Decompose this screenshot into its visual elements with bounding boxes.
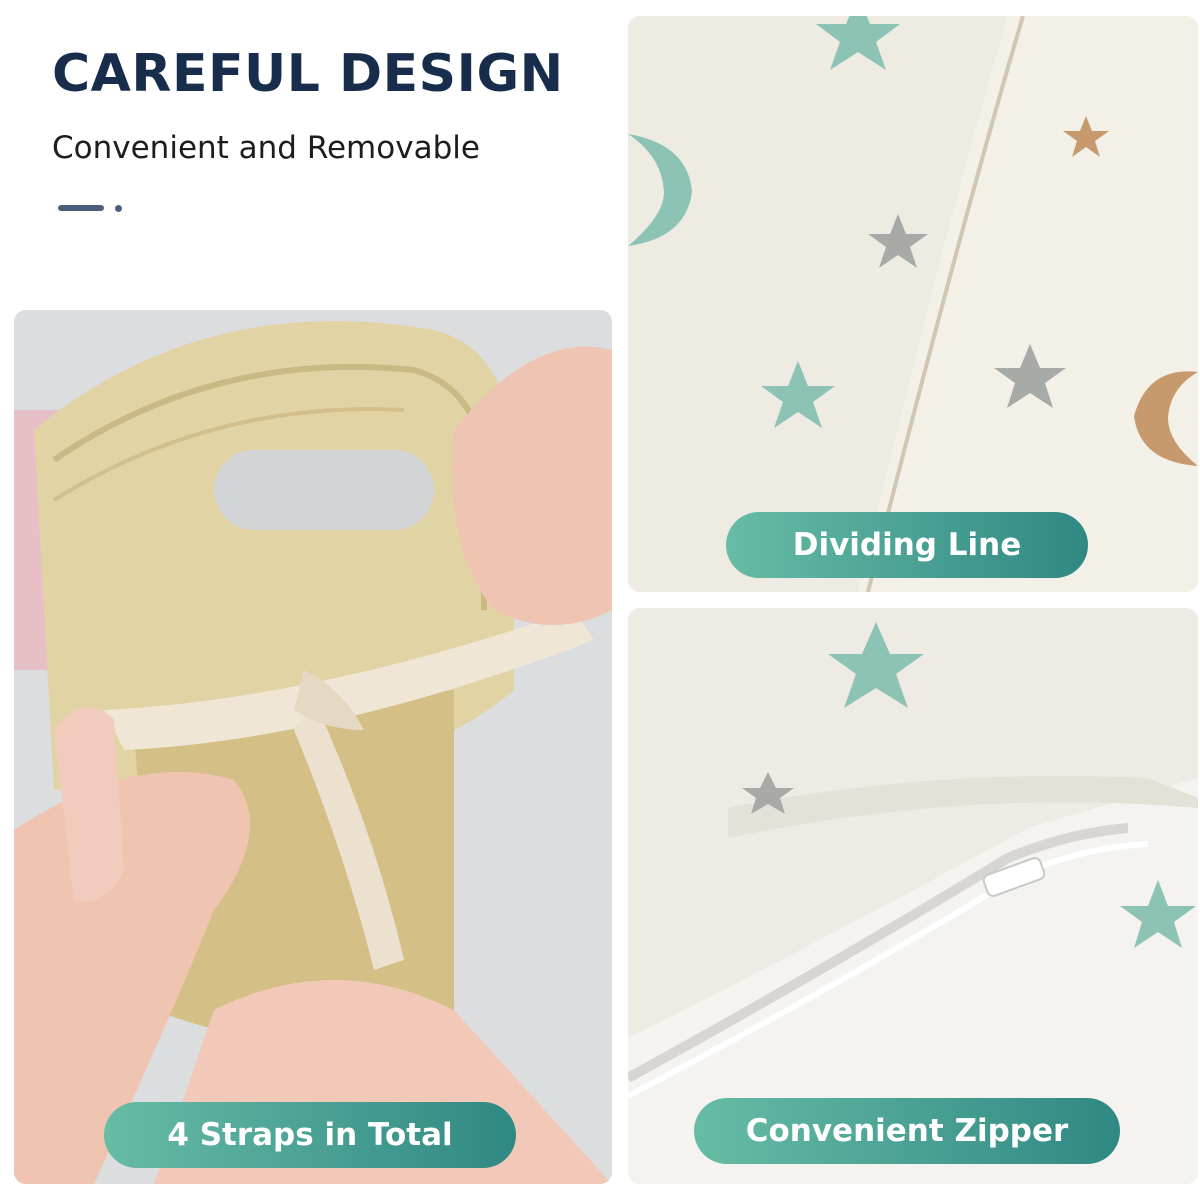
accent-dot [115,205,122,212]
dividing-line-illustration [628,16,1198,592]
zipper-label-pill: Convenient Zipper [694,1098,1120,1164]
straps-label-pill: 4 Straps in Total [104,1102,516,1168]
dividing-line-photo: Dividing Line [628,16,1198,592]
dividing-line-label-pill: Dividing Line [726,512,1088,578]
straps-illustration [14,310,612,1184]
page-title: CAREFUL DESIGN [52,44,564,104]
straps-photo: 4 Straps in Total [14,310,612,1184]
zipper-photo: Convenient Zipper [628,608,1198,1184]
page-subtitle: Convenient and Removable [52,130,480,166]
accent-dash [58,205,104,211]
